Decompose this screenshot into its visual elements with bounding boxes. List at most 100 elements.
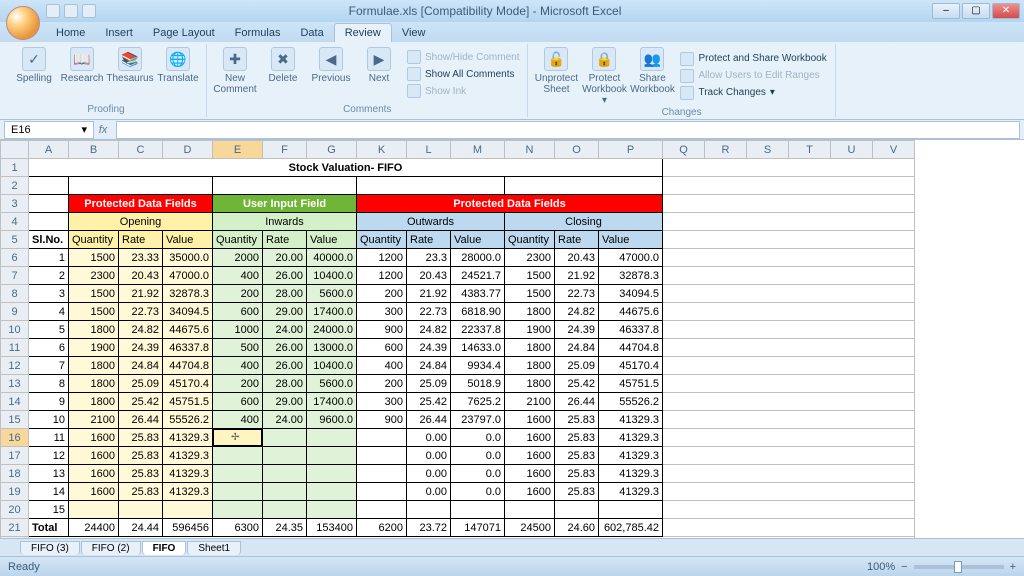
- show-all-comments-button[interactable]: Show All Comments: [405, 66, 521, 82]
- col-header[interactable]: E: [213, 141, 263, 159]
- table-row[interactable]: 105180024.8244675.6100024.0024000.090024…: [1, 321, 915, 339]
- share-workbook-button[interactable]: 👥Share Workbook: [630, 45, 674, 106]
- delete-comment-button[interactable]: ✖Delete: [261, 45, 305, 103]
- worksheet-grid[interactable]: ABCDEFGKLMNOPQRSTUV1Stock Valuation- FIF…: [0, 140, 1024, 538]
- table-row[interactable]: 1712160025.8341329.30.000.0160025.834132…: [1, 447, 915, 465]
- pns-icon: [680, 52, 694, 66]
- table-row[interactable]: 127180024.8444704.840026.0010400.040024.…: [1, 357, 915, 375]
- thesaurus-button[interactable]: 📚Thesaurus: [108, 45, 152, 103]
- col-header[interactable]: N: [505, 141, 555, 159]
- col-header[interactable]: M: [451, 141, 505, 159]
- tab-data[interactable]: Data: [290, 24, 333, 42]
- group-label-changes: Changes: [534, 106, 828, 120]
- table-row[interactable]: 1914160025.8341329.30.000.0160025.834132…: [1, 483, 915, 501]
- group-comments: ✚New Comment ✖Delete ◀Previous ▶Next Sho…: [207, 44, 528, 117]
- sheet-tab[interactable]: FIFO (2): [81, 541, 141, 555]
- research-icon: 📖: [70, 47, 94, 71]
- showhide-icon: [407, 50, 421, 64]
- chevron-down-icon[interactable]: ▾: [81, 123, 87, 136]
- zoom-out-icon[interactable]: −: [901, 561, 907, 573]
- next-comment-button[interactable]: ▶Next: [357, 45, 401, 103]
- col-header[interactable]: O: [555, 141, 599, 159]
- sheet-tab[interactable]: FIFO: [142, 541, 187, 555]
- protect-workbook-button[interactable]: 🔒Protect Workbook▾: [582, 45, 626, 106]
- col-header[interactable]: C: [119, 141, 163, 159]
- table-row[interactable]: 83150021.9232878.320028.005600.020021.92…: [1, 285, 915, 303]
- sheet-tabs: FIFO (3)FIFO (2)FIFOSheet1: [0, 538, 1024, 556]
- spelling-icon: ✓: [22, 47, 46, 71]
- spelling-button[interactable]: ✓Spelling: [12, 45, 56, 103]
- minimize-button[interactable]: –: [932, 3, 960, 19]
- track-icon: [680, 86, 694, 100]
- col-header[interactable]: P: [599, 141, 663, 159]
- translate-button[interactable]: 🌐Translate: [156, 45, 200, 103]
- ribbon-tabs: HomeInsertPage LayoutFormulasDataReviewV…: [0, 22, 1024, 42]
- zoom-slider[interactable]: [914, 565, 1004, 569]
- tab-review[interactable]: Review: [334, 23, 392, 42]
- show-hide-comment-button[interactable]: Show/Hide Comment: [405, 49, 521, 65]
- formula-input[interactable]: [116, 121, 1020, 139]
- total-row[interactable]: 21Total2440024.44596456630024.3515340062…: [1, 519, 915, 537]
- cell-cursor-icon: ✢: [231, 432, 239, 443]
- col-header[interactable]: Q: [663, 141, 705, 159]
- table-row[interactable]: 2015: [1, 501, 915, 519]
- sheet-tab[interactable]: Sheet1: [187, 541, 241, 555]
- sheet-tab[interactable]: FIFO (3): [20, 541, 80, 555]
- next-icon: ▶: [367, 47, 391, 71]
- col-header[interactable]: B: [69, 141, 119, 159]
- table-row[interactable]: 1813160025.8341329.30.000.0160025.834132…: [1, 465, 915, 483]
- edit-ranges-button[interactable]: Allow Users to Edit Ranges: [678, 68, 828, 84]
- protect-share-button[interactable]: Protect and Share Workbook: [678, 51, 828, 67]
- research-button[interactable]: 📖Research: [60, 45, 104, 103]
- col-header[interactable]: G: [307, 141, 357, 159]
- col-header[interactable]: R: [705, 141, 747, 159]
- status-text: Ready: [8, 561, 40, 573]
- qat-save-icon[interactable]: [46, 4, 60, 18]
- maximize-button[interactable]: ▢: [962, 3, 990, 19]
- table-row[interactable]: 72230020.4347000.040026.0010400.0120020.…: [1, 267, 915, 285]
- col-header[interactable]: L: [407, 141, 451, 159]
- col-header[interactable]: V: [873, 141, 915, 159]
- zoom-control[interactable]: 100% − +: [867, 561, 1016, 573]
- col-header[interactable]: T: [789, 141, 831, 159]
- share-icon: 👥: [640, 47, 664, 71]
- previous-comment-button[interactable]: ◀Previous: [309, 45, 353, 103]
- table-row[interactable]: 94150022.7334094.560029.0017400.030022.7…: [1, 303, 915, 321]
- zoom-in-icon[interactable]: +: [1010, 561, 1016, 573]
- status-bar: Ready 100% − +: [0, 556, 1024, 576]
- new-comment-button[interactable]: ✚New Comment: [213, 45, 257, 103]
- col-header[interactable]: F: [263, 141, 307, 159]
- table-row[interactable]: 116190024.3946337.850026.0013000.060024.…: [1, 339, 915, 357]
- tab-formulas[interactable]: Formulas: [225, 24, 291, 42]
- tab-view[interactable]: View: [392, 24, 436, 42]
- show-ink-button[interactable]: Show Ink: [405, 83, 521, 99]
- col-header[interactable]: D: [163, 141, 213, 159]
- quick-access-toolbar: [46, 4, 96, 18]
- table-row[interactable]: 138180025.0945170.420028.005600.020025.0…: [1, 375, 915, 393]
- track-changes-button[interactable]: Track Changes ▾: [678, 85, 828, 101]
- col-header[interactable]: K: [357, 141, 407, 159]
- fx-icon[interactable]: fx: [94, 124, 112, 136]
- col-header[interactable]: U: [831, 141, 873, 159]
- table-row[interactable]: 61150023.3335000.0200020.0040000.0120023…: [1, 249, 915, 267]
- qat-undo-icon[interactable]: [64, 4, 78, 18]
- group-changes: 🔓Unprotect Sheet 🔒Protect Workbook▾ 👥Sha…: [528, 44, 835, 117]
- tab-home[interactable]: Home: [46, 24, 95, 42]
- translate-icon: 🌐: [166, 47, 190, 71]
- row-header[interactable]: 1: [1, 159, 29, 177]
- unprotect-sheet-button[interactable]: 🔓Unprotect Sheet: [534, 45, 578, 106]
- table-row[interactable]: 1611160025.8341329.3✢0.000.0160025.83413…: [1, 429, 915, 447]
- office-button[interactable]: [6, 6, 40, 40]
- tab-page-layout[interactable]: Page Layout: [143, 24, 225, 42]
- window-title: Formulae.xls [Compatibility Mode] - Micr…: [38, 4, 932, 18]
- col-header[interactable]: A: [29, 141, 69, 159]
- qat-redo-icon[interactable]: [82, 4, 96, 18]
- tab-insert[interactable]: Insert: [95, 24, 143, 42]
- zoom-value: 100%: [867, 561, 895, 573]
- close-button[interactable]: ✕: [992, 3, 1020, 19]
- name-box[interactable]: E16▾: [4, 121, 94, 139]
- table-row[interactable]: 149180025.4245751.560029.0017400.030025.…: [1, 393, 915, 411]
- table-row[interactable]: 1510210026.4455526.240024.009600.090026.…: [1, 411, 915, 429]
- titlebar: Formulae.xls [Compatibility Mode] - Micr…: [0, 0, 1024, 22]
- col-header[interactable]: S: [747, 141, 789, 159]
